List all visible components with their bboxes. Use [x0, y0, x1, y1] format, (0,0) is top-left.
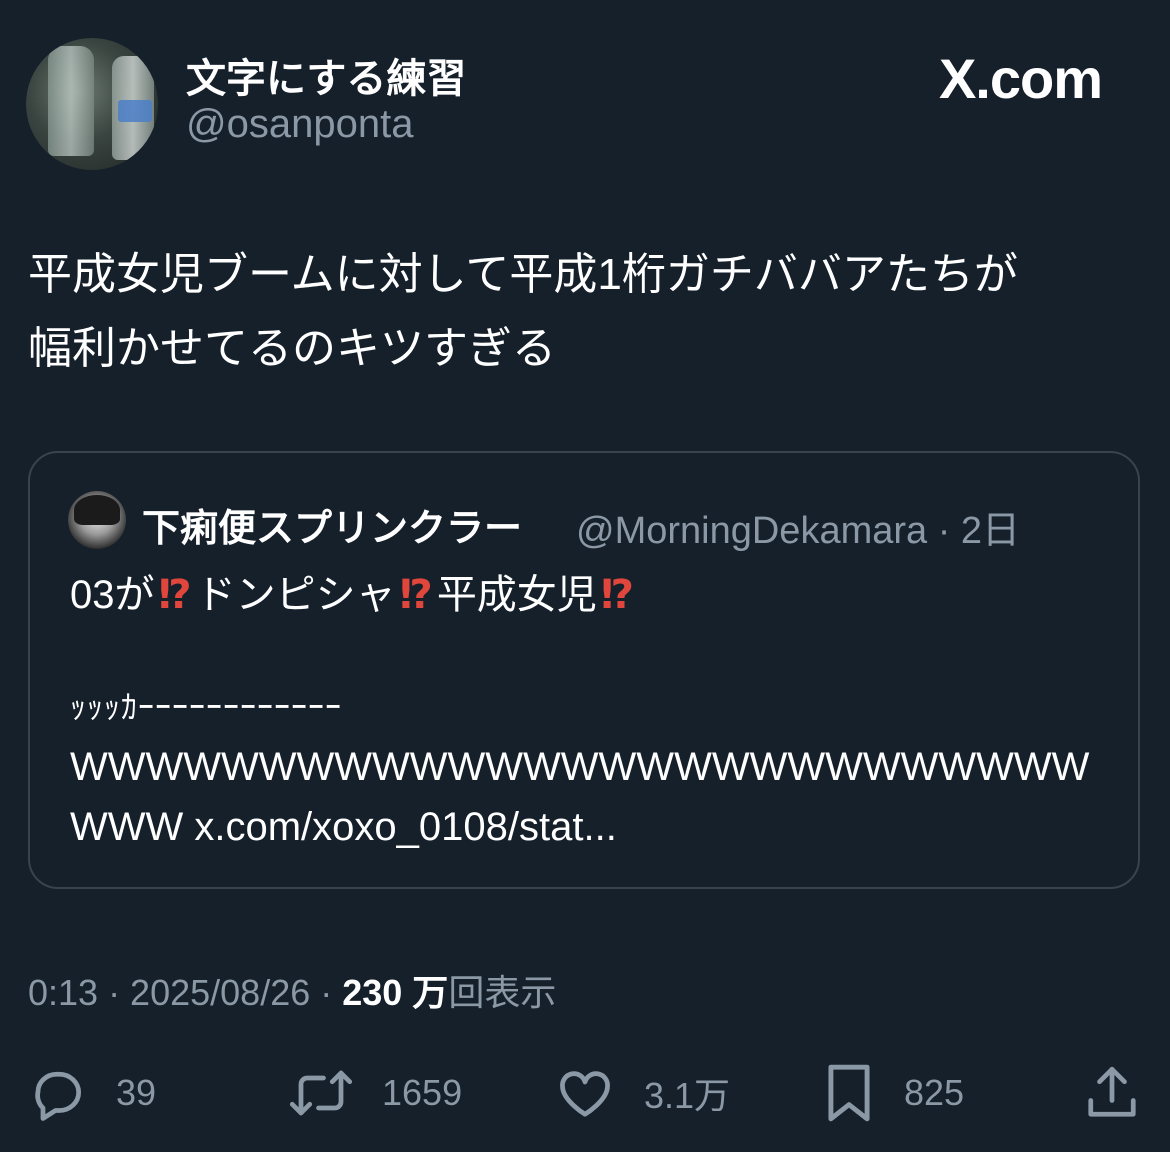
quoted-text-segment: 03が — [70, 573, 155, 617]
quoted-tweet-card[interactable]: 下痢便スプリンクラー @MorningDekamara · 2日 03が ⁉ ドンピ… — [28, 451, 1140, 889]
quoted-author-avatar[interactable] — [68, 491, 126, 549]
quoted-text-line-1: 03が ⁉ ドンピシャ ⁉ 平成女児 ⁉ — [70, 565, 1110, 625]
retweet-button[interactable]: 1659 — [288, 1058, 462, 1128]
reply-button[interactable]: 39 — [28, 1058, 156, 1128]
x-brand-logo: X.com — [938, 47, 1103, 110]
share-icon — [1088, 1066, 1136, 1117]
quoted-author-display-name[interactable]: 下痢便スプリンクラー — [142, 497, 522, 552]
quoted-text-line-2: ｯｯｯｶｰｰｰｰｰｰｰｰｰｰｰｰ — [70, 689, 343, 725]
view-count: 230 万 — [342, 972, 449, 1013]
bookmark-button[interactable]: 825 — [822, 1058, 964, 1128]
quoted-text-segment: 平成女児 — [436, 573, 597, 617]
tweet-meta: 0:13 · 2025/08/26 · 230 万回表示 — [28, 964, 556, 1016]
tweet-text: 平成女児ブームに対して平成1桁ガチババアたちが 幅利かせてるのキツすぎる — [28, 238, 1138, 386]
quoted-text-line-3: WWWWWWWWWWWWWWWWWWWWWWWWWWW — [70, 745, 1090, 789]
author-avatar[interactable] — [26, 38, 158, 170]
tweet-header: 文字にする練習 @osanponta X.com — [26, 38, 1144, 170]
quoted-text-line-4[interactable]: WWW x.com/xoxo_0108/stat... — [70, 797, 1110, 857]
quoted-tweet-text: 03が ⁉ ドンピシャ ⁉ 平成女児 ⁉ ｯｯｯｶｰｰｰｰｰｰｰｰｰｰｰｰ WWWWWWW… — [70, 565, 1110, 857]
tweet-text-line: 幅利かせてるのキツすぎる — [28, 324, 556, 373]
like-count: 3.1万 — [644, 1075, 731, 1116]
tweet-timestamp[interactable]: 0:13 · 2025/08/26 · — [28, 972, 342, 1013]
reply-count: 39 — [116, 1072, 157, 1113]
reply-icon — [35, 1071, 81, 1121]
action-bar: 39 1659 3.1万 825 — [0, 1058, 1170, 1128]
author-display-name[interactable]: 文字にする練習 — [186, 46, 466, 104]
like-icon — [560, 1071, 610, 1117]
quoted-author-handle-time[interactable]: @MorningDekamara · 2日 — [576, 499, 1020, 554]
bookmark-icon — [828, 1064, 870, 1122]
exclamation-question-icon: ⁉ — [399, 573, 433, 617]
retweet-icon — [289, 1070, 353, 1116]
view-count-label: 回表示 — [448, 972, 557, 1013]
share-button[interactable] — [1084, 1058, 1140, 1128]
tweet-text-line: 平成女児ブームに対して平成1桁ガチババアたちが — [28, 250, 1018, 299]
exclamation-question-icon: ⁉ — [158, 573, 192, 617]
retweet-count: 1659 — [382, 1072, 463, 1113]
exclamation-question-icon: ⁉ — [600, 573, 634, 617]
quoted-text-segment: ドンピシャ — [195, 573, 396, 617]
like-button[interactable]: 3.1万 — [554, 1058, 730, 1128]
author-handle[interactable]: @osanponta — [186, 102, 413, 147]
bookmark-count: 825 — [904, 1072, 965, 1113]
